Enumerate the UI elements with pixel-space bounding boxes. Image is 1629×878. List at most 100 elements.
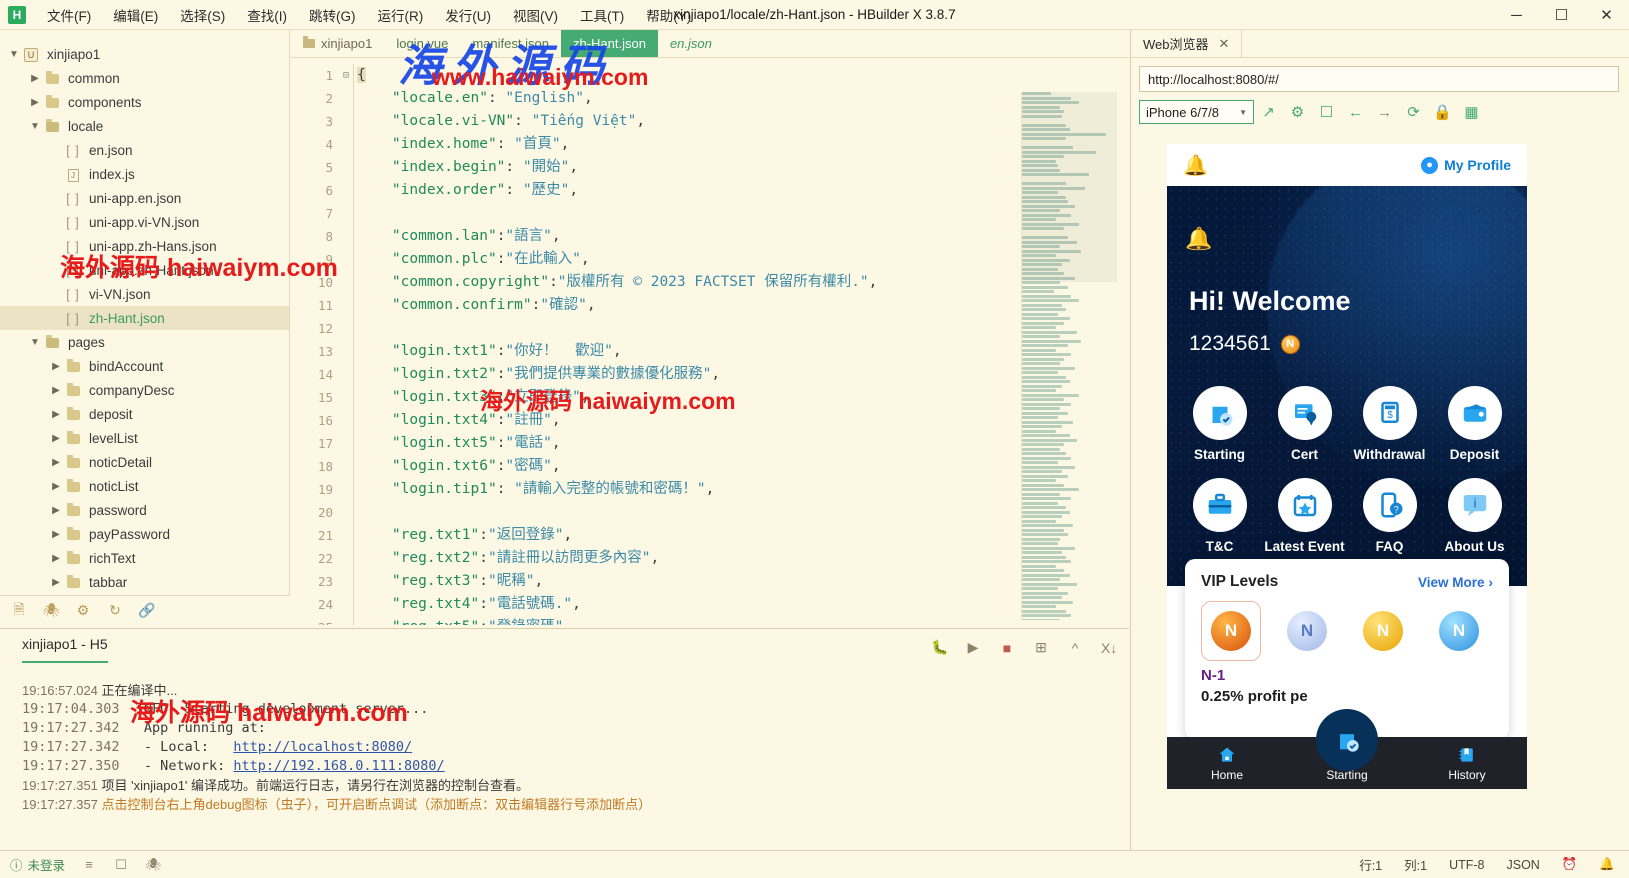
chevron-right-icon[interactable]: ▶ (48, 577, 64, 588)
line-number[interactable]: 11 (291, 294, 339, 317)
explorer-icon[interactable]: 🗎 (10, 599, 28, 623)
code-view[interactable]: 1234567891011121314151617181920212223242… (291, 58, 1129, 625)
url-bar[interactable]: http://localhost:8080/#/ (1139, 66, 1619, 92)
qr-icon[interactable]: ▦ (1457, 99, 1486, 125)
chevron-right-icon[interactable]: ▶ (48, 505, 64, 516)
bug-icon[interactable]: 🐛 (931, 639, 947, 656)
menu-view[interactable]: 视图(V) (502, 1, 569, 29)
line-number[interactable]: 1 (291, 64, 339, 87)
line-number[interactable]: 5 (291, 156, 339, 179)
menu-select[interactable]: 选择(S) (169, 1, 236, 29)
console-link[interactable]: http://localhost:8080/ (233, 739, 412, 755)
line-number[interactable]: 20 (291, 501, 339, 524)
line-number[interactable]: 6 (291, 179, 339, 202)
bell-icon[interactable]: 🔔 (1183, 153, 1208, 178)
list-icon[interactable]: ≡ (81, 857, 97, 872)
spider-icon[interactable]: 🕷 (145, 857, 161, 873)
tree-item-noticdetail[interactable]: ▶noticDetail (0, 450, 289, 474)
chevron-right-icon[interactable]: ▶ (48, 529, 64, 540)
line-number[interactable]: 14 (291, 363, 339, 386)
menu-publish[interactable]: 发行(U) (434, 1, 502, 29)
line-number[interactable]: 12 (291, 317, 339, 340)
chevron-right-icon[interactable]: ▶ (48, 553, 64, 564)
back-icon[interactable]: ← (1341, 99, 1370, 125)
editor-tab-zh-hant-json[interactable]: zh-Hant.json (561, 30, 658, 57)
chevron-down-icon[interactable]: ▼ (27, 121, 43, 132)
my-profile-button[interactable]: ● My Profile (1421, 157, 1511, 174)
tree-item-levellist[interactable]: ▶levelList (0, 426, 289, 450)
line-number[interactable]: 4 (291, 133, 339, 156)
chevron-right-icon[interactable]: ▶ (48, 481, 64, 492)
clock-icon[interactable]: ⏰ (1562, 857, 1578, 872)
line-number[interactable]: 10 (291, 271, 339, 294)
line-number[interactable]: 13 (291, 340, 339, 363)
login-status[interactable]: ⓘ 未登录 (10, 855, 65, 874)
line-number[interactable]: 21 (291, 524, 339, 547)
refresh-icon[interactable]: ↻ (106, 602, 124, 619)
tree-item-common[interactable]: ▶common (0, 66, 289, 90)
chevron-right-icon[interactable]: ▶ (48, 409, 64, 420)
tree-item-pages[interactable]: ▼pages (0, 330, 289, 354)
maximize-button[interactable]: ☐ (1539, 0, 1584, 30)
language-mode[interactable]: JSON (1507, 858, 1540, 872)
bug-icon[interactable]: ⚙ (74, 602, 92, 619)
tree-item-uni-app-zh-hans-json[interactable]: [ ]uni-app.zh-Hans.json (0, 234, 289, 258)
chevron-right-icon[interactable]: ▶ (48, 385, 64, 396)
chevron-down-icon[interactable]: ▼ (6, 49, 22, 60)
chevron-right-icon[interactable]: ▶ (48, 457, 64, 468)
quick-action-cert[interactable]: Cert (1262, 386, 1347, 462)
chevron-right-icon[interactable]: ▶ (27, 97, 43, 108)
line-number[interactable]: 8 (291, 225, 339, 248)
collapse-icon[interactable]: ^ (1067, 640, 1083, 656)
reload-icon[interactable]: ⟳ (1399, 99, 1428, 125)
bell-icon[interactable]: 🔔 (1599, 857, 1615, 872)
close-button[interactable]: ✕ (1584, 0, 1629, 30)
line-number[interactable]: 9 (291, 248, 339, 271)
line-number[interactable]: 24 (291, 593, 339, 616)
line-number[interactable]: 15 (291, 386, 339, 409)
menu-goto[interactable]: 跳转(G) (298, 1, 367, 29)
line-number[interactable]: 18 (291, 455, 339, 478)
link-icon[interactable]: 🔗 (138, 602, 156, 619)
tab-web-browser[interactable]: Web浏览器 ✕ (1131, 30, 1242, 57)
new-terminal-icon[interactable]: ⊞ (1033, 639, 1049, 656)
tree-item-uni-app-vi-vn-json[interactable]: [ ]uni-app.vi-VN.json (0, 210, 289, 234)
clear-icon[interactable]: X↓ (1101, 640, 1117, 656)
tree-item-noticlist[interactable]: ▶noticList (0, 474, 289, 498)
tree-item-en-json[interactable]: [ ]en.json (0, 138, 289, 162)
stop-icon[interactable]: ■ (999, 640, 1015, 656)
tree-item-password[interactable]: ▶password (0, 498, 289, 522)
tree-item-deposit[interactable]: ▶deposit (0, 402, 289, 426)
quick-action-starting[interactable]: Starting (1177, 386, 1262, 462)
code-content[interactable]: { "locale.en": "English", "locale.vi-VN"… (357, 64, 1129, 625)
console-icon[interactable]: ☐ (1312, 99, 1341, 125)
phone-preview[interactable]: 🔔 ● My Profile 🔔 Hi! Welcome 1234561 N S… (1167, 144, 1527, 789)
tree-item-xinjiapo1[interactable]: ▼Uxinjiapo1 (0, 42, 289, 66)
quick-action-withdrawal[interactable]: $Withdrawal (1347, 386, 1432, 462)
menu-run[interactable]: 运行(R) (367, 1, 435, 29)
fold-toggle-icon[interactable]: ⊟ (339, 64, 353, 87)
tree-item-vi-vn-json[interactable]: [ ]vi-VN.json (0, 282, 289, 306)
tree-item-uni-app-zh-hant-json[interactable]: [ ]uni-app.zh-Hant.json (0, 258, 289, 282)
tree-item-tabbar[interactable]: ▶tabbar (0, 570, 289, 594)
quick-action-latest-event[interactable]: Latest Event (1262, 478, 1347, 554)
tree-item-zh-hant-json[interactable]: [ ]zh-Hant.json (0, 306, 289, 330)
line-number[interactable]: 23 (291, 570, 339, 593)
spider-icon[interactable]: 🕷 (42, 602, 60, 619)
line-number[interactable]: 16 (291, 409, 339, 432)
quick-action-about-us[interactable]: iAbout Us (1432, 478, 1517, 554)
settings-icon[interactable]: ⚙ (1283, 99, 1312, 125)
vip-badge-3[interactable]: N (1353, 601, 1413, 661)
rerun-icon[interactable]: ▶ (965, 639, 981, 656)
chevron-down-icon[interactable]: ▼ (27, 337, 43, 348)
chevron-right-icon[interactable]: ▶ (48, 361, 64, 372)
tabbar-item-home[interactable]: Home (1167, 745, 1287, 782)
vip-badge-2[interactable]: N (1277, 601, 1337, 661)
console-tab[interactable]: xinjiapo1 - H5 (22, 636, 108, 663)
line-number[interactable]: 2 (291, 87, 339, 110)
lock-icon[interactable]: 🔒 (1428, 99, 1457, 125)
line-number[interactable]: 17 (291, 432, 339, 455)
minimap-viewport[interactable] (1022, 92, 1117, 282)
tree-item-richtext[interactable]: ▶richText (0, 546, 289, 570)
fold-gutter[interactable]: ⊟ (339, 58, 353, 625)
